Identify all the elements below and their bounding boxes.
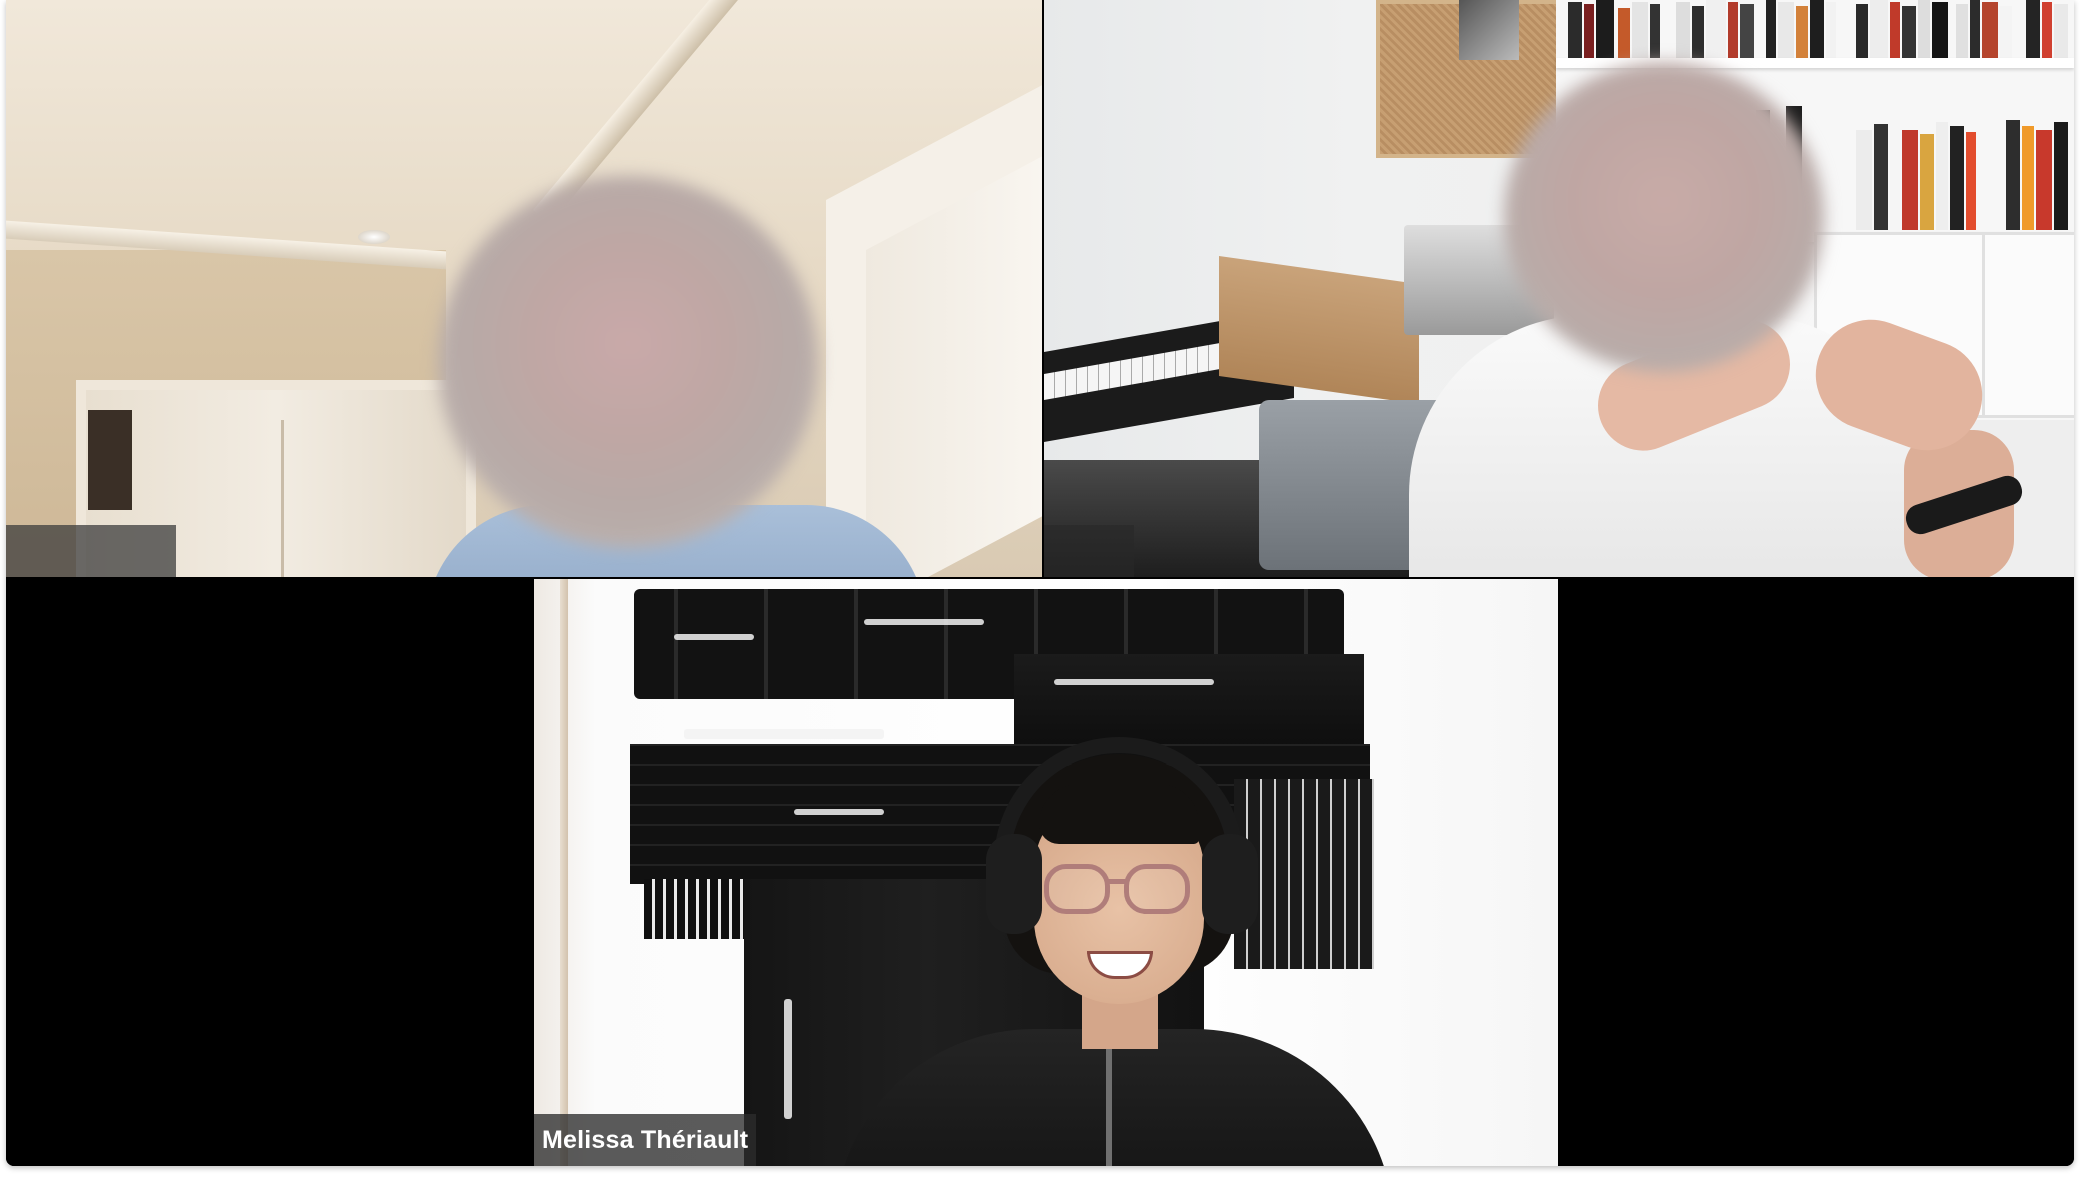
book-spine [1676,2,1690,58]
paint-highlight [1054,679,1214,685]
participant-tile-3[interactable]: Melissa Thériault [534,579,1558,1166]
book-spine [1596,0,1614,58]
closet-divider [281,420,284,577]
book-spine [2054,122,2068,230]
book-spine [1584,4,1594,58]
book-spine [2006,120,2020,230]
book-spine [1982,2,1998,58]
book-spine [1950,126,1964,230]
book-spine [1932,2,1948,58]
blurred-face [438,176,818,548]
participant-name-tag [6,525,176,577]
book-spine [2022,126,2034,230]
book-spine [1890,120,1900,230]
book-spine [1766,0,1776,58]
paint-highlight [784,999,792,1119]
paint-highlight [864,619,984,625]
pinned-poster [1459,0,1519,60]
book-spine [1810,0,1824,58]
book-spine [1692,6,1704,58]
video-gallery: Melissa Thériault [6,0,2074,1166]
closet-shadow [88,410,132,510]
book-spine [1796,6,1808,58]
paint-highlight [674,634,754,640]
painting-stroke-upper-right [1014,654,1364,749]
cabinet-door [1982,232,2074,418]
book-spine [1826,2,1836,58]
book-spine [1618,8,1630,58]
book-spine [1970,0,1980,58]
book-spine [1918,0,1930,58]
book-spine [1740,4,1754,58]
painting-drip [644,879,754,939]
book-spine [1920,134,1934,230]
wall-edge [560,579,568,1166]
book-spine [1890,2,1900,58]
jacket-zipper [1106,1049,1112,1166]
book-spine [2054,4,2068,58]
book-spine [1856,130,1872,230]
book-spine [2026,0,2040,58]
book-spine [1874,124,1888,230]
book-spine [1650,4,1660,58]
participant-name-tag: Melissa Thériault [534,1114,757,1166]
glasses-lens-right [1124,864,1190,914]
paint-highlight [684,729,884,739]
book-spine [1632,2,1648,58]
participant-tile-1[interactable] [6,0,1042,577]
book-spine [1856,4,1868,58]
participant-name-tag [1044,525,1134,577]
book-spine [1728,2,1738,58]
book-spine [1568,2,1582,58]
paint-highlight [794,809,884,815]
book-spine [1706,0,1726,58]
blurred-face [1504,62,1824,372]
book-spine [2000,6,2012,58]
book-spine [1778,2,1794,58]
book-spine [1936,122,1948,230]
book-spine [1902,130,1918,230]
book-spine [1902,6,1916,58]
glasses-bridge [1108,879,1126,884]
book-spine [2042,2,2052,58]
participant-tile-2[interactable] [1044,0,2074,577]
glasses-lens-left [1044,864,1110,914]
book-spine [2036,130,2052,230]
ceiling-light [358,230,390,244]
book-row-top [1556,0,2074,58]
book-spine [1966,132,1976,230]
headphone-earcup-left [986,834,1042,934]
book-spine [1870,0,1888,58]
headphone-earcup-right [1202,834,1258,934]
book-spine [1956,4,1968,58]
